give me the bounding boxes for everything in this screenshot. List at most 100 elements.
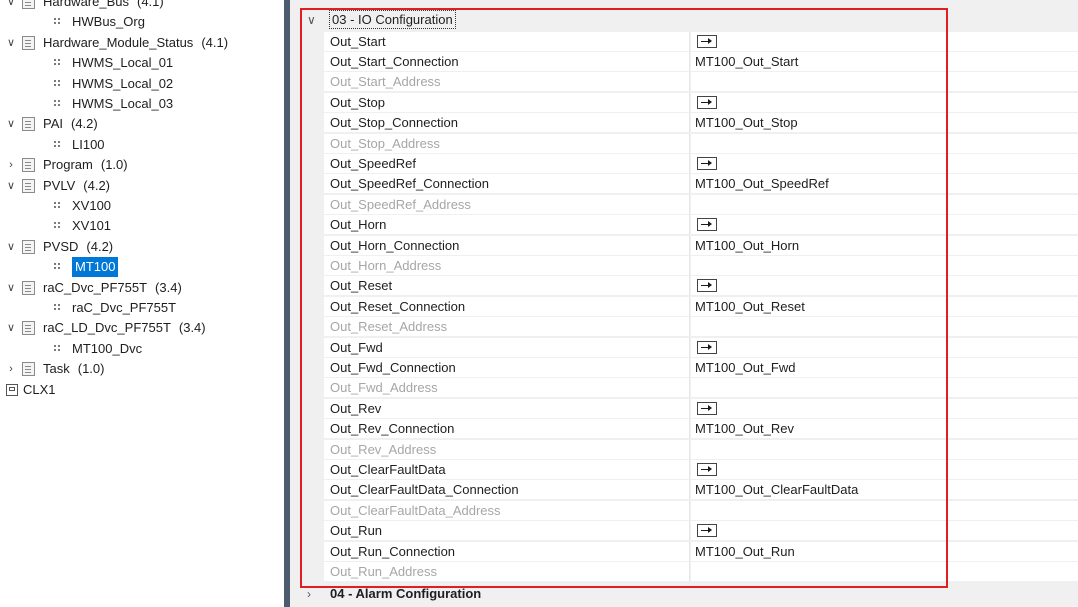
- property-row[interactable]: Out_Reset_Address: [324, 317, 1078, 338]
- property-value[interactable]: [691, 215, 1078, 236]
- property-row[interactable]: Out_Horn_Address: [324, 255, 1078, 276]
- property-value[interactable]: MT100_Out_Horn: [691, 235, 1078, 256]
- property-value[interactable]: MT100_Out_Run: [691, 541, 1078, 562]
- property-value[interactable]: [691, 133, 1078, 154]
- tree-item-mt100-dvc[interactable]: MT100_Dvc: [50, 339, 142, 359]
- tree-item-hwms-local-01[interactable]: HWMS_Local_01: [50, 53, 173, 73]
- arrow-right-icon[interactable]: [697, 401, 717, 415]
- chevron-down-icon[interactable]: ∨: [307, 10, 316, 30]
- property-value[interactable]: [691, 521, 1078, 542]
- property-value[interactable]: [691, 276, 1078, 297]
- property-value[interactable]: MT100_Out_Start: [691, 51, 1078, 72]
- property-row[interactable]: Out_SpeedRef: [324, 153, 1078, 174]
- property-grid: ∨ 03 - IO Configuration Out_Start Out_Sta…: [290, 0, 1078, 607]
- property-value[interactable]: MT100_Out_Rev: [691, 419, 1078, 440]
- property-value[interactable]: [691, 398, 1078, 419]
- property-value[interactable]: [691, 72, 1078, 93]
- property-row[interactable]: Out_Run_Address: [324, 561, 1078, 582]
- chevron-down-icon[interactable]: ∨: [4, 33, 18, 53]
- property-value[interactable]: MT100_Out_Stop: [691, 113, 1078, 134]
- tree-item-hwms-local-03[interactable]: HWMS_Local_03: [50, 94, 173, 114]
- category-alarm-configuration[interactable]: › 04 - Alarm Configuration: [290, 584, 1078, 604]
- property-value[interactable]: [691, 31, 1078, 52]
- tree-folder-program[interactable]: › Program (1.0): [4, 155, 128, 175]
- tree-folder-pai[interactable]: ∨ PAI (4.2): [4, 114, 98, 134]
- property-row[interactable]: Out_Fwd: [324, 337, 1078, 358]
- property-row[interactable]: Out_SpeedRef_Address: [324, 194, 1078, 215]
- arrow-right-icon[interactable]: [697, 95, 717, 109]
- property-name: Out_ClearFaultData_Address: [324, 500, 690, 521]
- chevron-right-icon[interactable]: ›: [307, 584, 311, 604]
- chevron-down-icon[interactable]: ∨: [4, 318, 18, 338]
- tree-item-mt100[interactable]: MT100: [50, 257, 119, 278]
- tree-item-li100[interactable]: LI100: [50, 135, 105, 155]
- property-value[interactable]: [691, 255, 1078, 276]
- property-value[interactable]: MT100_Out_ClearFaultData: [691, 480, 1078, 501]
- property-name: Out_Fwd_Connection: [324, 357, 690, 378]
- property-row[interactable]: Out_Reset_Connection MT100_Out_Reset: [324, 296, 1078, 317]
- tree-folder-hardware-module-status[interactable]: ∨ Hardware_Module_Status (4.1): [4, 33, 228, 53]
- property-row[interactable]: Out_Start_Connection MT100_Out_Start: [324, 51, 1078, 72]
- tree-item-rac-dvc-pf755t[interactable]: raC_Dvc_PF755T: [50, 298, 176, 318]
- property-row[interactable]: Out_ClearFaultData_Connection MT100_Out_C…: [324, 480, 1078, 501]
- property-value[interactable]: [691, 337, 1078, 358]
- property-value[interactable]: MT100_Out_Fwd: [691, 357, 1078, 378]
- property-row[interactable]: Out_Horn_Connection MT100_Out_Horn: [324, 235, 1078, 256]
- chevron-down-icon[interactable]: ∨: [4, 278, 18, 298]
- property-value[interactable]: [691, 317, 1078, 338]
- tree-item-hwbus-org[interactable]: HWBus_Org: [50, 12, 145, 32]
- tree-controller-clx1[interactable]: CLX1: [6, 380, 56, 400]
- property-row[interactable]: Out_Horn: [324, 215, 1078, 236]
- property-row[interactable]: Out_Start: [324, 31, 1078, 52]
- property-value[interactable]: [691, 153, 1078, 174]
- arrow-right-icon[interactable]: [697, 340, 717, 354]
- arrow-right-icon[interactable]: [697, 524, 717, 538]
- property-row[interactable]: Out_Run: [324, 521, 1078, 542]
- property-row[interactable]: Out_Fwd_Connection MT100_Out_Fwd: [324, 357, 1078, 378]
- property-row[interactable]: Out_Run_Connection MT100_Out_Run: [324, 541, 1078, 562]
- property-value[interactable]: MT100_Out_SpeedRef: [691, 174, 1078, 195]
- property-row[interactable]: Out_Start_Address: [324, 72, 1078, 93]
- property-value[interactable]: MT100_Out_Reset: [691, 296, 1078, 317]
- property-value[interactable]: [691, 459, 1078, 480]
- tree-folder-rac-dvc-pf755t[interactable]: ∨ raC_Dvc_PF755T (3.4): [4, 278, 182, 298]
- chevron-down-icon[interactable]: ∨: [4, 114, 18, 134]
- tree-folder-task[interactable]: › Task (1.0): [4, 359, 104, 379]
- property-row[interactable]: Out_Rev: [324, 398, 1078, 419]
- tree-item-hwms-local-02[interactable]: HWMS_Local_02: [50, 74, 173, 94]
- property-row[interactable]: Out_Stop: [324, 92, 1078, 113]
- property-value[interactable]: [691, 439, 1078, 460]
- tree-item-xv101[interactable]: XV101: [50, 216, 111, 236]
- property-value[interactable]: [691, 194, 1078, 215]
- chevron-down-icon[interactable]: ∨: [4, 237, 18, 257]
- tree-folder-pvlv[interactable]: ∨ PVLV (4.2): [4, 176, 110, 196]
- property-value[interactable]: [691, 500, 1078, 521]
- chevron-right-icon[interactable]: ›: [4, 359, 18, 379]
- chevron-down-icon[interactable]: ∨: [4, 0, 18, 12]
- property-row[interactable]: Out_Stop_Address: [324, 133, 1078, 154]
- arrow-right-icon[interactable]: [697, 462, 717, 476]
- property-row[interactable]: Out_Rev_Address: [324, 439, 1078, 460]
- chevron-down-icon[interactable]: ∨: [4, 176, 18, 196]
- property-value[interactable]: [691, 92, 1078, 113]
- arrow-right-icon[interactable]: [697, 218, 717, 232]
- chevron-right-icon[interactable]: ›: [4, 155, 18, 175]
- category-io-configuration[interactable]: ∨ 03 - IO Configuration: [290, 10, 1078, 30]
- property-row[interactable]: Out_Rev_Connection MT100_Out_Rev: [324, 419, 1078, 440]
- property-row[interactable]: Out_ClearFaultData_Address: [324, 500, 1078, 521]
- arrow-right-icon[interactable]: [697, 156, 717, 170]
- definition-icon: [22, 158, 35, 173]
- property-row[interactable]: Out_Stop_Connection MT100_Out_Stop: [324, 113, 1078, 134]
- tree-folder-rac-ld-dvc-pf755t[interactable]: ∨ raC_LD_Dvc_PF755T (3.4): [4, 318, 206, 338]
- tree-folder-hardware-bus[interactable]: ∨ Hardware_Bus (4.1): [4, 0, 164, 12]
- property-row[interactable]: Out_ClearFaultData: [324, 459, 1078, 480]
- arrow-right-icon[interactable]: [697, 34, 717, 48]
- tree-item-xv100[interactable]: XV100: [50, 196, 111, 216]
- property-row[interactable]: Out_SpeedRef_Connection MT100_Out_SpeedRe…: [324, 174, 1078, 195]
- property-value[interactable]: [691, 378, 1078, 399]
- property-row[interactable]: Out_Fwd_Address: [324, 378, 1078, 399]
- property-row[interactable]: Out_Reset: [324, 276, 1078, 297]
- tree-folder-pvsd[interactable]: ∨ PVSD (4.2): [4, 237, 113, 257]
- property-value[interactable]: [691, 561, 1078, 582]
- arrow-right-icon[interactable]: [697, 279, 717, 293]
